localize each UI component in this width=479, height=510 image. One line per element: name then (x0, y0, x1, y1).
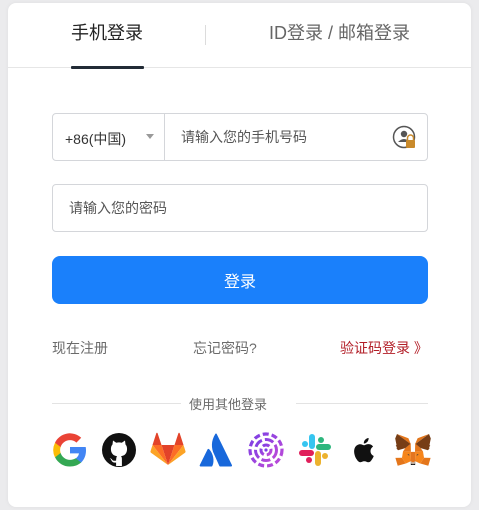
tab-id-email-login[interactable]: ID登录 / 邮箱登录 (269, 3, 410, 68)
login-button[interactable]: 登录 (52, 256, 428, 304)
gitlab-icon[interactable] (149, 431, 187, 469)
phone-number-input[interactable] (166, 114, 388, 160)
divider-right (296, 403, 428, 404)
phone-field-group: +86(中国) (52, 113, 428, 161)
tab-phone-login[interactable]: 手机登录 (70, 3, 144, 69)
country-code-value: +86(中国) (65, 131, 127, 147)
spiral-logo-icon[interactable] (247, 431, 285, 469)
github-icon[interactable] (100, 431, 138, 469)
apple-icon[interactable] (345, 431, 383, 469)
forgot-password-link[interactable]: 忘记密码? (193, 338, 257, 358)
register-link[interactable]: 现在注册 (52, 338, 108, 358)
country-code-select[interactable]: +86(中国) (53, 114, 165, 160)
atlassian-icon[interactable] (198, 431, 236, 469)
other-login-label: 使用其他登录 (189, 397, 268, 412)
google-icon[interactable] (51, 431, 89, 469)
code-login-link[interactable]: 验证码登录 》 (340, 338, 428, 358)
slack-icon[interactable] (296, 431, 334, 469)
login-card: 手机登录 ID登录 / 邮箱登录 +86(中国) 登录 现在注册 忘记密码? 验… (8, 3, 471, 507)
chevron-down-icon (146, 134, 154, 139)
password-input[interactable] (52, 184, 428, 232)
login-tabs: 手机登录 ID登录 / 邮箱登录 (8, 3, 471, 69)
privacy-lock-icon[interactable] (392, 125, 418, 151)
tab-divider (205, 25, 206, 45)
metamask-icon[interactable] (394, 431, 432, 469)
divider-left (52, 403, 181, 404)
